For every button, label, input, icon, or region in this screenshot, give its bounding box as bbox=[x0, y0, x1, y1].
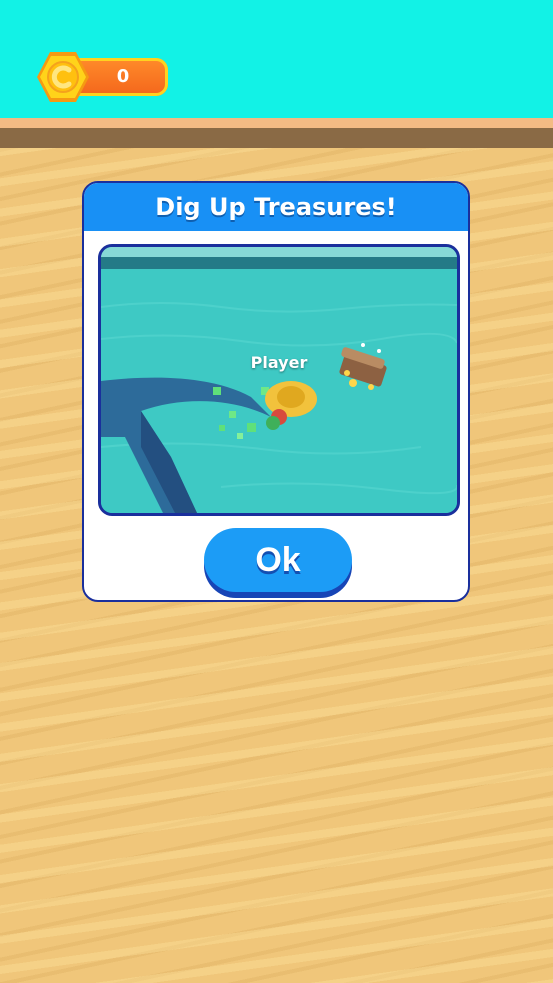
player-label: Player bbox=[250, 353, 308, 372]
sand-rim-dark bbox=[0, 128, 553, 148]
dialog-header: Dig Up Treasures! bbox=[84, 183, 468, 231]
tutorial-preview: Player bbox=[98, 244, 460, 516]
sand-rim-light bbox=[0, 118, 553, 128]
tutorial-dialog: Dig Up Treasures! Player Ok bbox=[82, 181, 470, 602]
coin-count: 0 bbox=[116, 66, 130, 87]
ok-button[interactable]: Ok bbox=[204, 528, 352, 592]
ok-button-label: Ok bbox=[255, 541, 301, 579]
preview-scene bbox=[101, 247, 457, 513]
coin-icon bbox=[37, 52, 89, 102]
game-scene: 0 Dig Up Treasures! Player Ok bbox=[0, 0, 553, 983]
dialog-title: Dig Up Treasures! bbox=[155, 193, 397, 221]
